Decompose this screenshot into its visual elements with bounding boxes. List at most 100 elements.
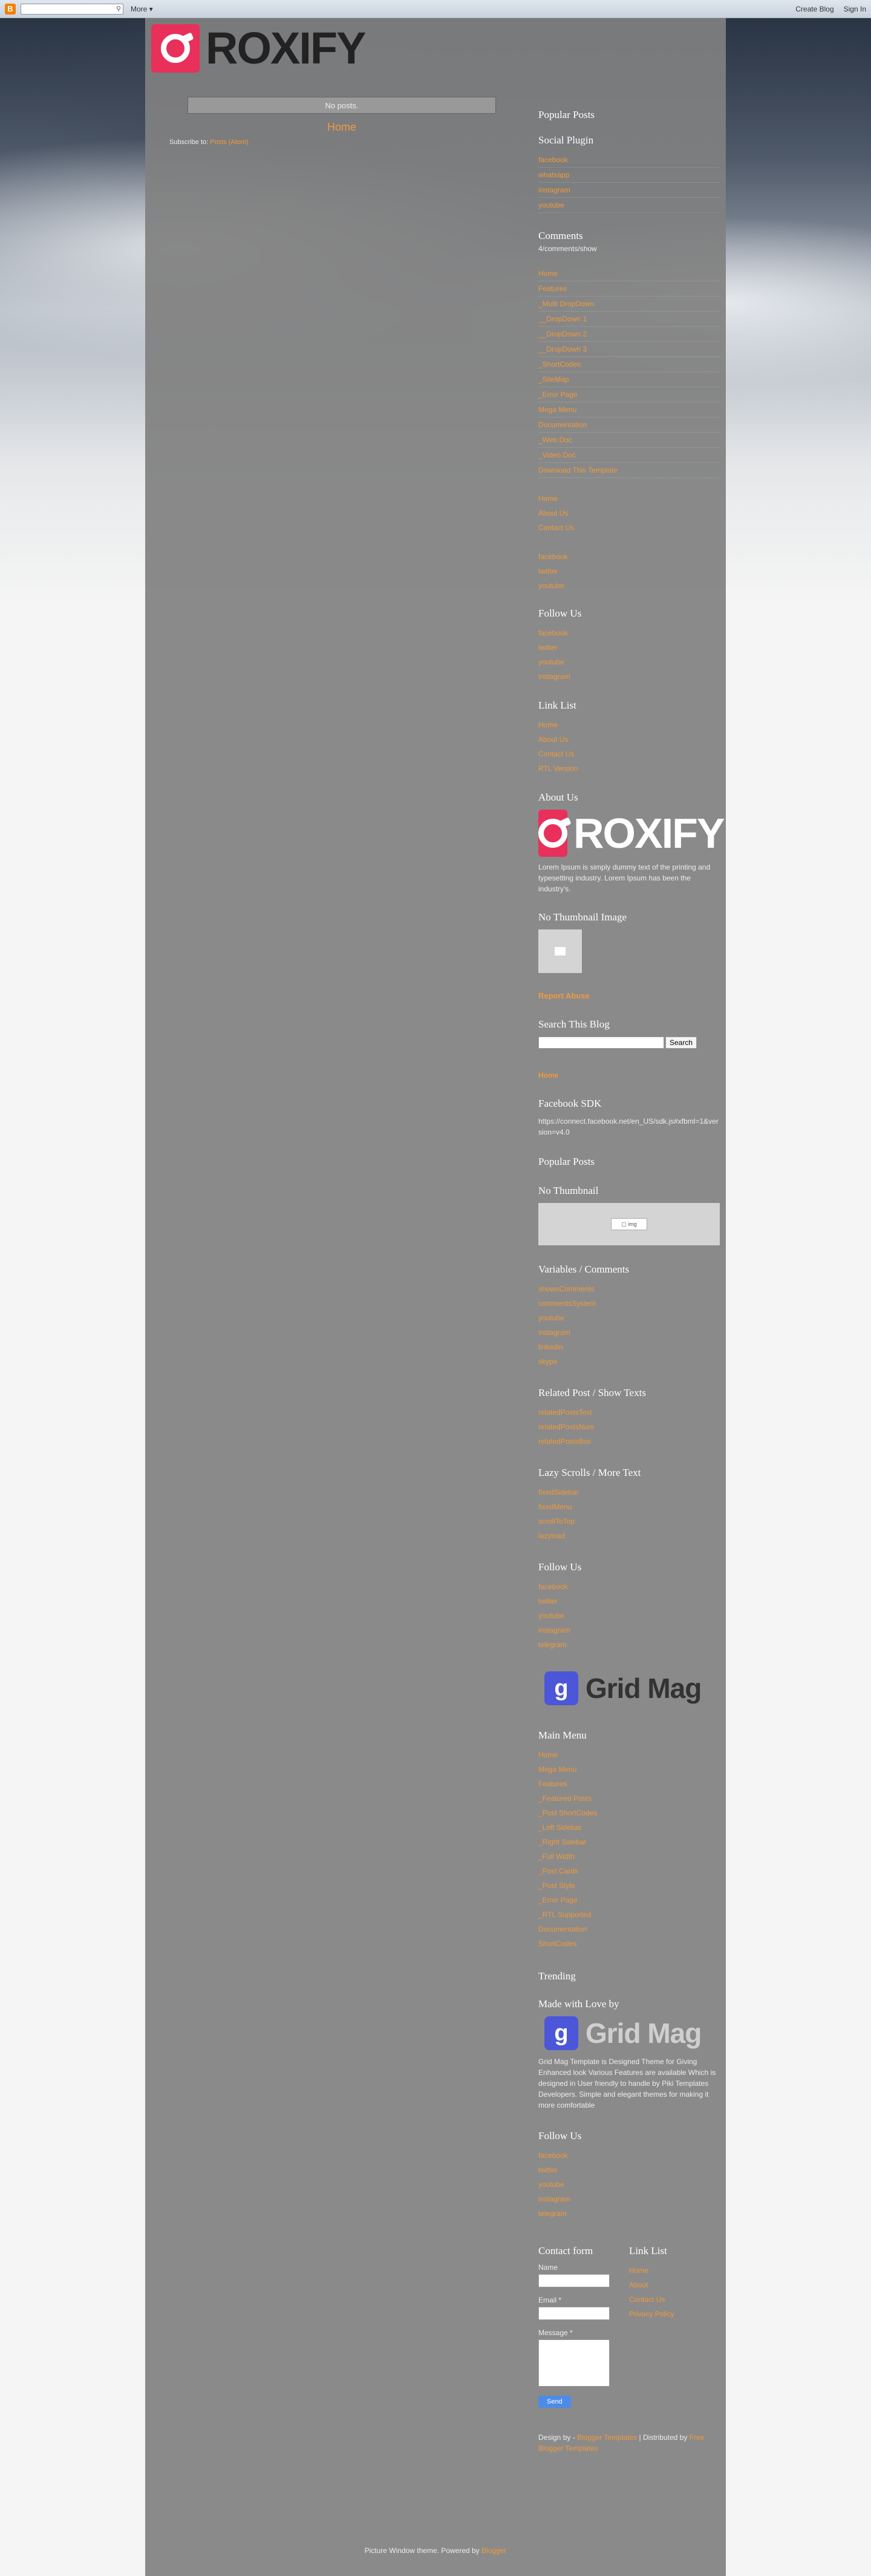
send-button[interactable]: Send: [538, 2396, 571, 2408]
sign-in-link[interactable]: Sign In: [844, 5, 866, 13]
variable-item[interactable]: instagram: [538, 1328, 570, 1337]
main-menu-item[interactable]: _Post Style: [538, 1881, 575, 1890]
lazy-item[interactable]: scrollToTop: [538, 1517, 575, 1526]
link-list-item[interactable]: RTL Version: [538, 764, 578, 773]
main-menu-item[interactable]: _Post Cards: [538, 1867, 578, 1875]
follow-link[interactable]: telegram: [538, 2209, 567, 2218]
social-facebook-link[interactable]: facebook: [538, 156, 568, 164]
social-instagram-link[interactable]: instagram: [538, 186, 570, 194]
main-menu-item[interactable]: Mega Menu: [538, 1765, 576, 1774]
link-list-item[interactable]: Privacy Policy: [629, 2310, 674, 2318]
search-icon[interactable]: ⚲: [116, 5, 121, 13]
menu-item[interactable]: __DropDown 2: [538, 330, 587, 338]
lazy-item[interactable]: fixedMenu: [538, 1503, 572, 1511]
report-abuse-link[interactable]: Report Abuse: [538, 991, 590, 1000]
variable-item[interactable]: shownComments: [538, 1285, 595, 1293]
social-link[interactable]: facebook: [538, 552, 568, 561]
message-field[interactable]: [538, 2339, 610, 2387]
follow-link[interactable]: youtube: [538, 658, 564, 666]
follow-link[interactable]: facebook: [538, 1582, 568, 1591]
link-list-item[interactable]: Home: [629, 2266, 648, 2275]
menu-item[interactable]: _ShortCodes: [538, 360, 581, 369]
menu-item[interactable]: Home: [538, 269, 558, 278]
menu-item[interactable]: __DropDown 1: [538, 315, 587, 323]
follow-link[interactable]: telegram: [538, 1640, 567, 1649]
related-item[interactable]: relatedPostsNum: [538, 1423, 594, 1431]
blog-search-button[interactable]: Search: [665, 1037, 697, 1049]
follow-link[interactable]: twitter: [538, 643, 558, 652]
main-menu-item[interactable]: _Post ShortCodes: [538, 1809, 597, 1817]
create-blog-link[interactable]: Create Blog: [795, 5, 833, 13]
page-link[interactable]: About Us: [538, 509, 568, 517]
home-link[interactable]: Home: [188, 121, 496, 134]
variable-item[interactable]: youtube: [538, 1314, 564, 1322]
content-container: ROXIFY No posts. Home Subscribe to: Post…: [145, 18, 726, 2576]
follow-link[interactable]: instagram: [538, 1626, 570, 1634]
menu-item[interactable]: Features: [538, 284, 567, 293]
menu-item[interactable]: _Video Doc: [538, 451, 576, 459]
menu-item[interactable]: __DropDown 3: [538, 345, 587, 353]
social-plugin-list: facebook whatsapp instagram youtube: [538, 152, 720, 213]
main-menu-item[interactable]: _RTL Supported: [538, 1910, 591, 1919]
follow-link[interactable]: twitter: [538, 2166, 558, 2174]
email-field[interactable]: [538, 2307, 610, 2320]
menu-item[interactable]: _Web Doc: [538, 436, 572, 444]
link-list-item[interactable]: About: [629, 2281, 648, 2289]
follow-link[interactable]: youtube: [538, 2180, 564, 2189]
main-menu-item[interactable]: _Featured Posts: [538, 1794, 592, 1803]
follow-link[interactable]: instagram: [538, 2195, 570, 2203]
page-link[interactable]: Contact Us: [538, 523, 574, 532]
menu-item[interactable]: Mega Menu: [538, 405, 576, 414]
blogger-link[interactable]: Blogger: [481, 2546, 506, 2555]
comments-setting: 4/comments/show: [538, 244, 597, 253]
main-menu-item[interactable]: _Left Sidebar: [538, 1823, 581, 1832]
menu-item[interactable]: _SiteMap: [538, 375, 569, 384]
more-menu[interactable]: More ▾: [131, 5, 153, 13]
main-menu-item[interactable]: Documentation: [538, 1925, 587, 1933]
navbar-search-input[interactable]: ⚲: [21, 3, 123, 15]
link-list-item[interactable]: Contact Us: [538, 750, 574, 758]
home-widget-link[interactable]: Home: [538, 1071, 558, 1080]
social-link[interactable]: twitter: [538, 567, 558, 575]
variable-item[interactable]: commentsSystem: [538, 1299, 596, 1308]
lazy-item[interactable]: lazyload: [538, 1532, 565, 1540]
menu-item[interactable]: _Error Page: [538, 390, 578, 399]
menu-item[interactable]: _Multi DropDown: [538, 300, 594, 308]
main-menu-item[interactable]: _Error Page: [538, 1896, 578, 1904]
related-item[interactable]: relatedPostsBox: [538, 1437, 591, 1446]
related-item[interactable]: relatedPostsText: [538, 1408, 592, 1417]
variable-item[interactable]: linkedin: [538, 1343, 563, 1351]
lazy-item[interactable]: fixedSidebar: [538, 1488, 579, 1496]
link-list-item[interactable]: About Us: [538, 735, 568, 744]
variable-item[interactable]: skype: [538, 1357, 557, 1366]
variables-title: Variables / Comments: [538, 1263, 630, 1275]
main-menu-item[interactable]: Features: [538, 1780, 567, 1788]
blog-search-input[interactable]: [538, 1037, 664, 1049]
subscribe-line: Subscribe to: Posts (Atom): [169, 139, 496, 146]
page-link[interactable]: Home: [538, 494, 558, 503]
design-by-link[interactable]: Blogger Templates: [577, 2433, 637, 2442]
link-list-item[interactable]: Home: [538, 721, 558, 729]
follow-link[interactable]: youtube: [538, 1611, 564, 1620]
main-menu-item[interactable]: Home: [538, 1751, 558, 1759]
link-list-item[interactable]: Contact Us: [629, 2295, 665, 2304]
menu-item[interactable]: Download This Template: [538, 466, 618, 474]
blogger-logo-icon[interactable]: B: [5, 3, 16, 15]
follow-link[interactable]: facebook: [538, 2151, 568, 2160]
follow-link[interactable]: twitter: [538, 1597, 558, 1605]
follow-link[interactable]: instagram: [538, 672, 570, 681]
social-whatsapp-link[interactable]: whatsapp: [538, 171, 569, 179]
main-menu-item[interactable]: _Full Width: [538, 1852, 575, 1861]
main-menu-item[interactable]: _Right Sidebar: [538, 1838, 586, 1846]
gridmag-logo-2: g Grid Mag: [544, 2016, 720, 2050]
header-logo[interactable]: ROXIFY: [151, 24, 366, 73]
social-youtube-link[interactable]: youtube: [538, 201, 564, 209]
name-field[interactable]: [538, 2274, 610, 2287]
menu-item[interactable]: Documentation: [538, 421, 587, 429]
social-link[interactable]: youtube: [538, 582, 564, 590]
main-menu-item[interactable]: ShortCodes: [538, 1939, 576, 1948]
subscribe-link[interactable]: Posts (Atom): [210, 139, 249, 146]
gridmag-logo[interactable]: g Grid Mag: [544, 1671, 720, 1705]
follow-link[interactable]: facebook: [538, 629, 568, 637]
link-list: Home About Us Contact Us RTL Version: [538, 718, 720, 776]
